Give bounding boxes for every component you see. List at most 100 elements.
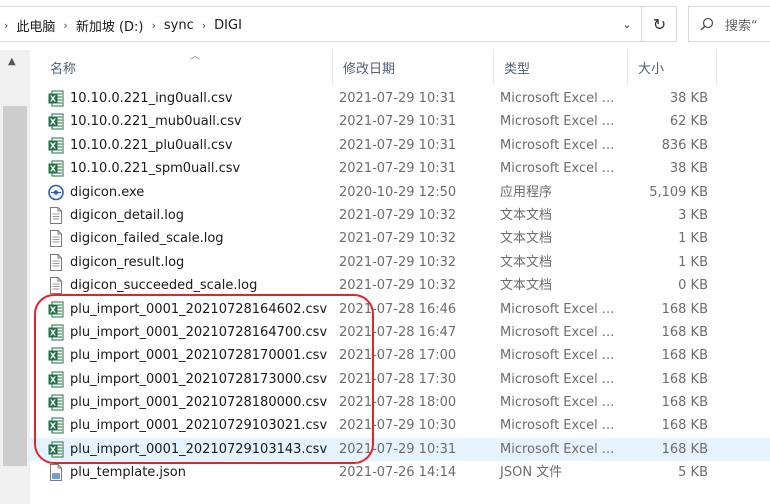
breadcrumb-item-sync[interactable]: sync bbox=[158, 18, 200, 33]
file-size: 168 KB bbox=[661, 324, 708, 340]
file-modified-date: 2020-10-29 12:50 bbox=[339, 184, 457, 200]
file-size: 168 KB bbox=[661, 418, 708, 434]
text-file-icon bbox=[48, 253, 64, 271]
column-header-date[interactable]: 修改日期 bbox=[332, 50, 493, 84]
file-modified-date: 2021-07-29 10:31 bbox=[339, 441, 457, 457]
search-input[interactable]: 搜索“ bbox=[688, 6, 770, 42]
file-type: 文本文档 bbox=[500, 207, 553, 223]
file-type: Microsoft Excel ... bbox=[500, 395, 615, 411]
file-name: digicon_failed_scale.log bbox=[70, 231, 224, 247]
file-row[interactable]: digicon_detail.log 2021-07-29 10:32 文本文档 3 … bbox=[30, 204, 770, 227]
file-row[interactable]: X 10.10.0.221_ing0uall.csv 2021-07-29 10:3… bbox=[30, 87, 770, 110]
chevron-right-icon[interactable]: › bbox=[61, 19, 69, 32]
file-row[interactable]: X 10.10.0.221_spm0uall.csv 2021-07-29 10:3… bbox=[30, 157, 770, 180]
file-type: 文本文档 bbox=[500, 278, 553, 294]
excel-file-icon: X bbox=[48, 417, 64, 434]
column-header-type[interactable]: 类型 bbox=[493, 50, 627, 84]
file-size: 62 KB bbox=[669, 114, 708, 130]
file-row[interactable]: Xplu_import_0001_20210728173000.csv 2021-… bbox=[30, 368, 770, 391]
refresh-icon[interactable]: ↻ bbox=[641, 7, 677, 41]
file-row[interactable]: digicon_succeeded_scale.log 2021-07-29 10… bbox=[30, 274, 770, 297]
breadcrumb-item-drive[interactable]: 新加坡 (D:) bbox=[70, 16, 150, 35]
file-row[interactable]: digicon_failed_scale.log 2021-07-29 10:32… bbox=[30, 227, 770, 250]
file-name: plu_import_0001_20210729103021.csv bbox=[70, 418, 328, 434]
file-type: 文本文档 bbox=[500, 231, 553, 247]
file-type: Microsoft Excel ... bbox=[500, 137, 615, 153]
search-icon bbox=[689, 17, 725, 31]
file-modified-date: 2021-07-29 10:32 bbox=[339, 207, 457, 223]
file-name: plu_import_0001_20210728180000.csv bbox=[70, 395, 328, 411]
file-size: 168 KB bbox=[661, 301, 708, 317]
column-header-name[interactable]: 名称 ︿ bbox=[40, 50, 331, 84]
file-type: 文本文档 bbox=[500, 254, 553, 270]
scrollbar-thumb[interactable] bbox=[3, 106, 27, 466]
breadcrumb-item-digi[interactable]: DIGI bbox=[208, 18, 248, 33]
svg-text:X: X bbox=[50, 118, 57, 127]
file-type: Microsoft Excel ... bbox=[500, 324, 615, 340]
file-type: Microsoft Excel ... bbox=[500, 418, 615, 434]
file-row[interactable]: digicon.exe 2020-10-29 12:50 应用程序 5,109 KB bbox=[30, 181, 770, 204]
file-type: 应用程序 bbox=[500, 184, 553, 200]
column-header-date-label: 修改日期 bbox=[343, 61, 396, 77]
file-size: 0 KB bbox=[678, 278, 708, 294]
file-name: plu_import_0001_20210728164700.csv bbox=[70, 324, 328, 340]
excel-file-icon: X bbox=[48, 441, 64, 458]
address-history-dropdown-icon[interactable]: ⌄ bbox=[613, 7, 641, 41]
file-size: 5,109 KB bbox=[649, 184, 708, 200]
svg-text:X: X bbox=[50, 328, 57, 337]
file-row[interactable]: Xplu_import_0001_20210728170001.csv 2021-… bbox=[30, 344, 770, 367]
file-size: 38 KB bbox=[669, 161, 708, 177]
vertical-scrollbar[interactable]: ▲ bbox=[0, 50, 30, 504]
svg-text:X: X bbox=[50, 165, 57, 174]
file-type: Microsoft Excel ... bbox=[500, 161, 615, 177]
svg-text:X: X bbox=[50, 375, 57, 384]
file-modified-date: 2021-07-29 10:32 bbox=[339, 254, 457, 270]
breadcrumb-item-this-pc[interactable]: 此电脑 bbox=[10, 16, 61, 35]
file-size: 3 KB bbox=[678, 207, 708, 223]
file-modified-date: 2021-07-26 14:14 bbox=[339, 465, 457, 481]
column-header-type-label: 类型 bbox=[504, 61, 531, 77]
file-modified-date: 2021-07-28 17:30 bbox=[339, 371, 457, 387]
column-header-size[interactable]: 大小 bbox=[627, 50, 717, 84]
application-icon bbox=[48, 184, 64, 201]
file-modified-date: 2021-07-29 10:32 bbox=[339, 278, 457, 294]
scroll-up-icon[interactable]: ▲ bbox=[8, 56, 16, 67]
file-size: 168 KB bbox=[661, 441, 708, 457]
file-name: plu_import_0001_20210728164602.csv bbox=[70, 301, 328, 317]
file-size: 1 KB bbox=[678, 254, 708, 270]
address-bar[interactable]: › 此电脑 › 新加坡 (D:) › sync › DIGI ⌄ ↻ bbox=[0, 6, 677, 42]
excel-file-icon: X bbox=[48, 324, 64, 341]
file-row[interactable]: Xplu_import_0001_20210729103143.csv 2021-… bbox=[30, 437, 770, 462]
file-type: Microsoft Excel ... bbox=[500, 91, 615, 106]
file-row[interactable]: Xplu_import_0001_20210728180000.csv 2021-… bbox=[30, 391, 770, 414]
file-row[interactable]: plu_template.json 2021-07-26 14:14 JSON 文件… bbox=[30, 461, 770, 484]
file-row[interactable]: Xplu_import_0001_20210728164700.csv 2021-… bbox=[30, 321, 770, 344]
chevron-right-icon[interactable]: › bbox=[150, 19, 158, 32]
chevron-right-icon[interactable]: › bbox=[0, 19, 10, 32]
file-name: digicon_detail.log bbox=[70, 207, 185, 223]
file-size: 38 KB bbox=[669, 91, 708, 106]
svg-text:X: X bbox=[50, 352, 57, 361]
file-row[interactable]: Xplu_import_0001_20210728164602.csv 2021-… bbox=[30, 298, 770, 321]
column-headers: 名称 ︿ 修改日期 类型 大小 bbox=[30, 50, 770, 84]
file-row[interactable]: X 10.10.0.221_mub0uall.csv 2021-07-29 10:3… bbox=[30, 110, 770, 133]
file-modified-date: 2021-07-29 10:31 bbox=[339, 114, 457, 130]
file-row[interactable]: X 10.10.0.221_plu0uall.csv 2021-07-29 10:3… bbox=[30, 134, 770, 157]
column-header-name-label: 名称 bbox=[50, 61, 77, 77]
file-name: 10.10.0.221_mub0uall.csv bbox=[70, 114, 242, 130]
file-row[interactable]: digicon_result.log 2021-07-29 10:32 文本文档 1 … bbox=[30, 251, 770, 274]
file-modified-date: 2021-07-29 10:31 bbox=[339, 91, 457, 106]
file-modified-date: 2021-07-29 10:30 bbox=[339, 418, 457, 434]
file-row[interactable]: Xplu_import_0001_20210729103021.csv 2021-… bbox=[30, 414, 770, 437]
svg-text:X: X bbox=[50, 141, 57, 150]
file-modified-date: 2021-07-28 18:00 bbox=[339, 395, 457, 411]
svg-text:X: X bbox=[50, 422, 57, 431]
file-modified-date: 2021-07-29 10:31 bbox=[339, 137, 457, 153]
svg-text:X: X bbox=[50, 399, 57, 408]
file-name: digicon.exe bbox=[70, 184, 145, 200]
file-modified-date: 2021-07-29 10:32 bbox=[339, 231, 457, 247]
svg-text:X: X bbox=[50, 95, 57, 104]
chevron-right-icon[interactable]: › bbox=[200, 19, 208, 32]
excel-file-icon: X bbox=[48, 301, 64, 318]
file-modified-date: 2021-07-29 10:31 bbox=[339, 161, 457, 177]
